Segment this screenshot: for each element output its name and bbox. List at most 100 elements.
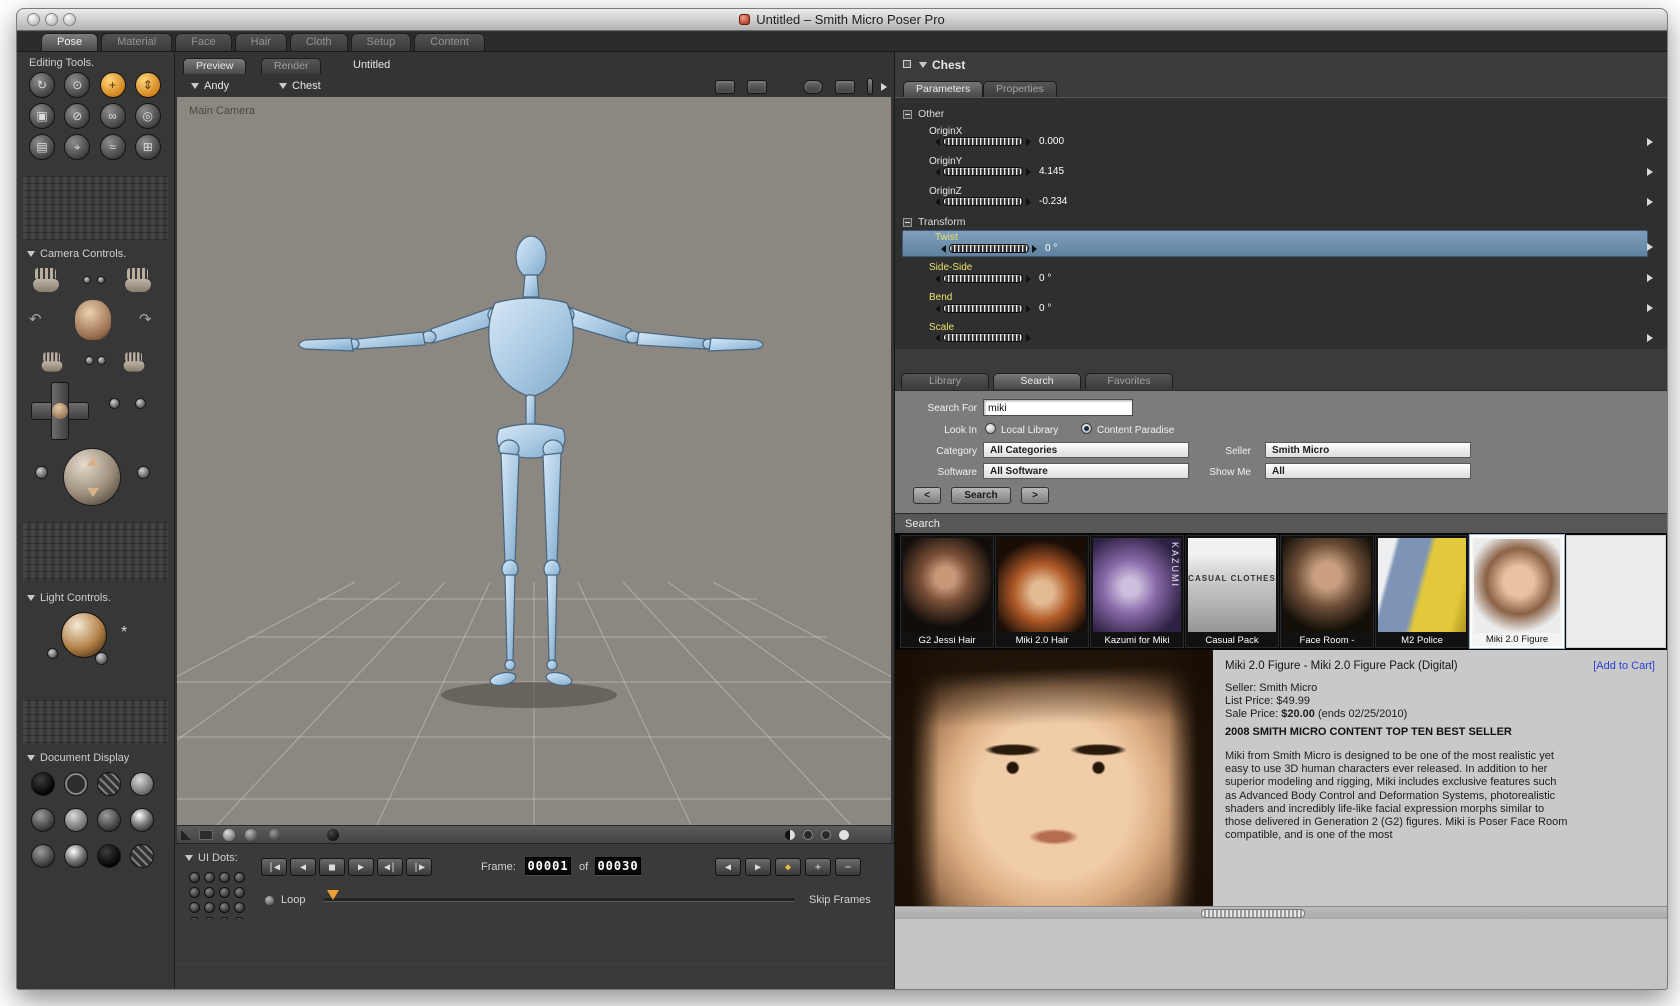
light-controls-title[interactable]: Light Controls.	[27, 592, 111, 604]
show-me-dropdown[interactable]: All	[1265, 463, 1471, 479]
minimize-window-button[interactable]	[45, 13, 58, 26]
camera-trackball[interactable]	[63, 448, 121, 506]
step-forward-button[interactable]: ◀|	[377, 858, 403, 876]
param-menu-arrow[interactable]	[1647, 334, 1653, 342]
camera-controls-title[interactable]: Camera Controls.	[27, 248, 126, 260]
camera-view-toggle-icon[interactable]	[715, 80, 735, 94]
last-frame-button[interactable]: |▶	[406, 858, 432, 876]
selected-actor-title[interactable]: Chest	[919, 58, 965, 72]
edit-keyframes-button[interactable]: ◆	[775, 858, 801, 876]
display-style-hidden-line[interactable]	[130, 772, 154, 796]
tab-material[interactable]: Material	[101, 33, 173, 51]
content-paradise-label[interactable]: Content Paradise	[1097, 425, 1174, 436]
product-horizontal-scrollbar[interactable]	[895, 906, 1667, 919]
camera-roll-ball[interactable]	[137, 466, 150, 479]
prev-page-button[interactable]: <	[913, 487, 941, 504]
view-magnifier-tool[interactable]: ⌖	[64, 134, 91, 160]
collapse-box-icon[interactable]	[903, 109, 912, 119]
param-dial-scale[interactable]	[935, 333, 1039, 342]
display-style-sketch[interactable]	[130, 844, 154, 868]
preview-style-ball[interactable]	[269, 829, 281, 841]
next-keyframe-button[interactable]: ▶	[745, 858, 771, 876]
camera-dot[interactable]	[85, 356, 94, 365]
display-style-silhouette[interactable]	[31, 772, 55, 796]
rotate-camera-left-icon[interactable]: ↶	[29, 310, 42, 328]
direct-manipulation-tool[interactable]: ⊞	[134, 134, 161, 160]
camera-name-label[interactable]: Main Camera	[189, 105, 255, 117]
add-keyframe-button[interactable]: +	[805, 858, 831, 876]
posing-hand-left-icon[interactable]	[41, 352, 63, 372]
loop-label[interactable]: Loop	[281, 894, 305, 906]
add-to-cart-link[interactable]: [Add to Cart]	[1593, 660, 1655, 672]
first-frame-button[interactable]: |◀	[261, 858, 287, 876]
ui-dot[interactable]	[204, 887, 215, 898]
ui-dot[interactable]	[234, 872, 245, 883]
loop-indicator-dot[interactable]	[265, 896, 274, 905]
collapse-box-icon[interactable]	[903, 217, 912, 227]
content-paradise-radio[interactable]	[1081, 423, 1092, 434]
grouping-tool[interactable]: ▤	[29, 134, 55, 160]
param-menu-arrow[interactable]	[1647, 274, 1653, 282]
display-style-outline[interactable]	[64, 772, 88, 796]
rotate-tool[interactable]: ↻	[29, 72, 55, 98]
scrollbar-thumb[interactable]	[1201, 909, 1305, 918]
rotate-camera-right-icon[interactable]: ↷	[139, 310, 152, 328]
step-back-button[interactable]: ◀	[290, 858, 316, 876]
tab-parameters[interactable]: Parameters	[903, 81, 984, 97]
page-dot-half-icon[interactable]	[785, 830, 795, 840]
camera-ball[interactable]	[109, 398, 120, 409]
taper-tool[interactable]: ⊘	[64, 103, 91, 129]
ui-dot[interactable]	[219, 872, 230, 883]
tab-hair[interactable]: Hair	[234, 33, 287, 51]
timeline-track[interactable]	[323, 898, 795, 902]
param-menu-arrow[interactable]	[1647, 198, 1653, 206]
resize-corner-icon[interactable]	[181, 830, 191, 840]
translate-pull-tool[interactable]: +	[99, 72, 126, 98]
ui-dot[interactable]	[234, 902, 245, 913]
tab-document-render[interactable]: Render	[261, 58, 322, 74]
frame-current-field[interactable]: 00001	[525, 857, 571, 875]
tab-pose[interactable]: Pose	[41, 33, 99, 51]
result-tile[interactable]: Miki 2.0 Hair	[995, 535, 1089, 648]
result-tile-partial[interactable]	[1566, 535, 1666, 648]
camera-dot[interactable]	[97, 356, 106, 365]
viewport-3d-scene[interactable]	[177, 97, 891, 825]
param-menu-arrow[interactable]	[1647, 138, 1653, 146]
viewport[interactable]: Main Camera	[177, 97, 891, 825]
param-dial-originy[interactable]: 4.145	[935, 166, 1064, 177]
param-dial-originx[interactable]: 0.000	[935, 136, 1064, 147]
light-dot[interactable]	[95, 652, 108, 665]
tab-cloth[interactable]: Cloth	[289, 33, 348, 51]
color-tool[interactable]: ◎	[134, 103, 161, 129]
param-dial-twist[interactable]: 0 °	[941, 243, 1057, 254]
tracking-ball-icon[interactable]	[803, 80, 823, 94]
scale-tool[interactable]: ▣	[29, 103, 55, 129]
software-dropdown[interactable]: All Software	[983, 463, 1189, 479]
display-style-texture-shaded[interactable]	[97, 844, 121, 868]
camera-ball[interactable]	[135, 398, 146, 409]
skip-frames-label[interactable]: Skip Frames	[809, 894, 871, 906]
page-dot-filled-icon[interactable]	[839, 830, 849, 840]
display-style-smooth-shaded[interactable]	[31, 844, 55, 868]
chain-break-tool[interactable]: ∞	[99, 103, 126, 129]
display-style-smooth-lined[interactable]	[64, 844, 88, 868]
pane-split-icon[interactable]	[199, 830, 213, 840]
display-style-flat-lined[interactable]	[97, 808, 121, 832]
zoom-window-button[interactable]	[63, 13, 76, 26]
page-dot-icon[interactable]	[821, 830, 831, 840]
ui-dot[interactable]	[234, 887, 245, 898]
tab-setup[interactable]: Setup	[350, 33, 412, 51]
tab-content[interactable]: Content	[414, 33, 485, 51]
left-hand-camera-icon[interactable]	[33, 268, 59, 292]
next-page-button[interactable]: >	[1021, 487, 1049, 504]
document-window-icon[interactable]	[747, 80, 767, 94]
ui-dot[interactable]	[189, 902, 200, 913]
document-display-title[interactable]: Document Display	[27, 752, 129, 764]
ui-dot[interactable]	[189, 872, 200, 883]
light-create-icon[interactable]: *	[121, 624, 127, 642]
result-tile[interactable]: M2 Police	[1375, 535, 1469, 648]
preview-style-ball[interactable]	[223, 829, 235, 841]
camera-roll-ball[interactable]	[35, 466, 48, 479]
figure-menu[interactable]: Andy	[191, 80, 229, 92]
result-tile[interactable]: KAZUMI Kazumi for Miki	[1090, 535, 1184, 648]
